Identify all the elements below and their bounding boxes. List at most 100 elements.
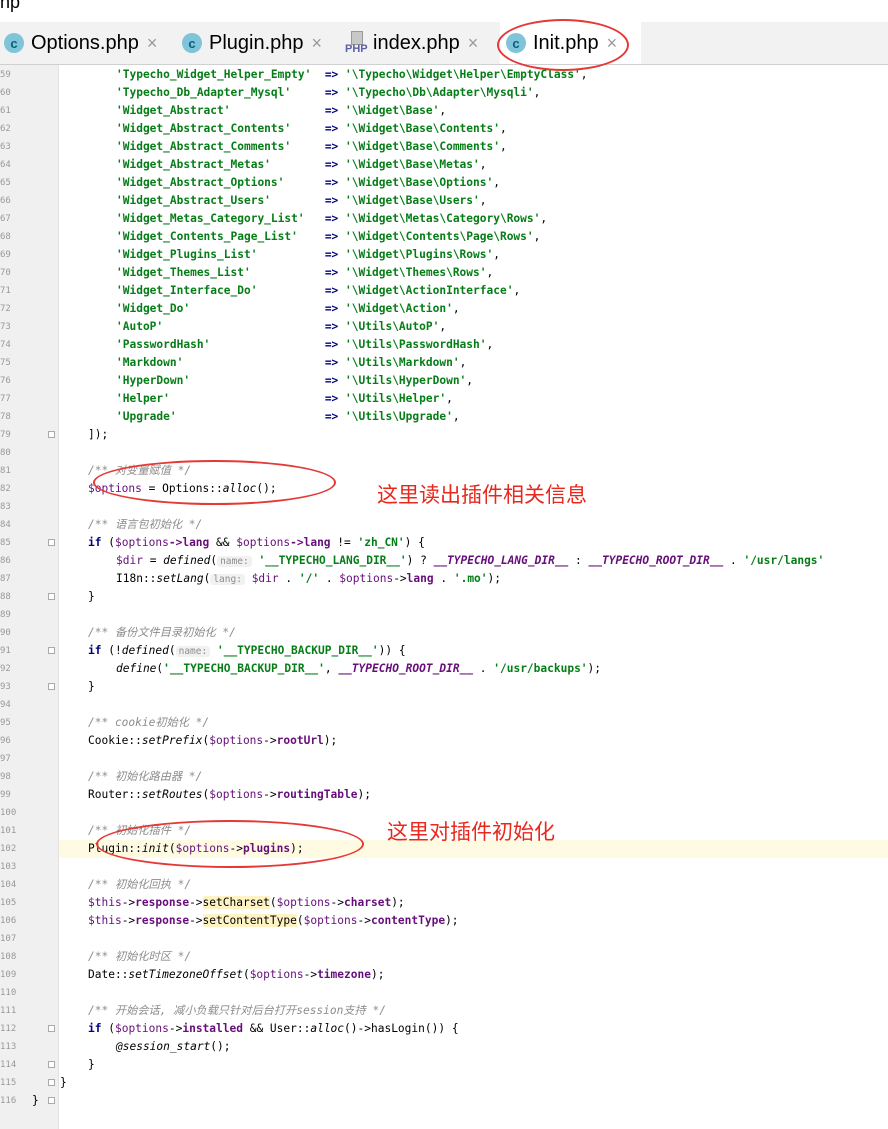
code-line[interactable]: 104 /** 初始化回执 */ [0,876,888,894]
code-token: $options [209,788,264,801]
code-token: , [439,104,447,117]
code-line[interactable]: 77 'Helper' => '\Utils\Helper', [0,390,888,408]
code-line[interactable]: 60 'Typecho_Db_Adapter_Mysql' => '\Typech… [0,84,888,102]
code-line[interactable]: 111 /** 开始会话, 减小负载只针对后台打开session支持 */ [0,1002,888,1020]
fold-marker-icon[interactable] [48,593,55,600]
code-line[interactable]: 97 [0,750,888,768]
code-token: , [533,230,541,243]
code-line[interactable]: 86 $dir = defined(name: '__TYPECHO_LANG_D… [0,552,888,570]
tab-init-php[interactable]: c Init.php × [500,22,641,64]
fold-marker-icon[interactable] [48,647,55,654]
code-token: setPrefix [141,734,203,747]
code-line[interactable]: 71 'Widget_Interface_Do' => '\Widget\Acti… [0,282,888,300]
code-token: -> [393,572,407,585]
code-token: -> [189,914,203,927]
code-line[interactable]: 69 'Widget_Plugins_List' => '\Widget\Plug… [0,246,888,264]
code-line[interactable]: 113 @session_start(); [0,1038,888,1056]
code-line[interactable]: 94 [0,696,888,714]
code-line[interactable]: 63 'Widget_Abstract_Comments' => '\Widget… [0,138,888,156]
code-line[interactable]: 99 Router::setRoutes($options->routingTab… [0,786,888,804]
code-line[interactable]: 109 Date::setTimezoneOffset($options->tim… [0,966,888,984]
code-line[interactable]: 88} [0,588,888,606]
code-line[interactable]: 90 /** 备份文件目录初始化 */ [0,624,888,642]
code-token: User:: [269,1022,311,1035]
code-line[interactable]: 95 /** cookie初始化 */ [0,714,888,732]
line-number: 106 [0,916,17,926]
fold-marker-icon[interactable] [48,1061,55,1068]
code-line[interactable]: 76 'HyperDown' => '\Utils\HyperDown', [0,372,888,390]
code-line[interactable]: 70 'Widget_Themes_List' => '\Widget\Theme… [0,264,888,282]
code-line[interactable]: 114} [0,1056,888,1074]
code-line[interactable]: 103 [0,858,888,876]
code-token: '__TYPECHO_LANG_DIR__' [258,554,407,567]
close-icon[interactable]: × [468,33,479,54]
line-number: 98 [0,772,11,782]
code-line[interactable]: 106 $this->response->setContentType($opti… [0,912,888,930]
code-token: , [493,248,500,261]
tab-index-php[interactable]: PHP index.php × [345,22,495,64]
code-line[interactable]: 89 [0,606,888,624]
code-line[interactable]: 59 'Typecho_Widget_Helper_Empty' => '\Typ… [0,66,888,84]
code-line[interactable]: 81 /** 对变量赋值 */ [0,462,888,480]
code-token: '\Widget\Base\Metas' [345,158,480,171]
line-number: 60 [0,88,11,98]
close-icon[interactable]: × [607,33,618,54]
code-line[interactable]: 96 Cookie::setPrefix($options->rootUrl); [0,732,888,750]
code-line[interactable]: 65 'Widget_Abstract_Options' => '\Widget\… [0,174,888,192]
code-line[interactable]: 75 'Markdown' => '\Utils\Markdown', [0,354,888,372]
fold-marker-icon[interactable] [48,683,55,690]
line-number: 81 [0,466,11,476]
code-token: $options [339,572,394,585]
close-icon[interactable]: × [312,33,323,54]
code-token: -> [303,968,318,981]
code-token: ( [242,968,250,981]
fold-marker-icon[interactable] [48,539,55,546]
code-line[interactable]: 74 'PasswordHash' => '\Utils\PasswordHash… [0,336,888,354]
code-text: 'Widget_Themes_List' => '\Widget\Themes\… [116,264,493,282]
code-token: $options [303,914,358,927]
code-line[interactable]: 107 [0,930,888,948]
close-icon[interactable]: × [147,33,158,54]
tab-options-php[interactable]: c Options.php × [4,22,174,64]
code-token: 'Widget_Interface_Do' [116,284,258,297]
code-line[interactable]: 92 define('__TYPECHO_BACKUP_DIR__', __TYP… [0,660,888,678]
code-line[interactable]: 85 if ($options->lang && $options->lang !… [0,534,888,552]
code-line[interactable]: 66 'Widget_Abstract_Users' => '\Widget\Ba… [0,192,888,210]
code-line[interactable]: 61 'Widget_Abstract' => '\Widget\Base', [0,102,888,120]
code-token: . [319,572,340,585]
code-token: Date:: [88,968,129,981]
code-line[interactable]: 72 'Widget_Do' => '\Widget\Action', [0,300,888,318]
fold-marker-icon[interactable] [48,1079,55,1086]
tab-label: Init.php [533,31,599,54]
code-token: rootUrl [276,734,324,747]
code-line[interactable]: 68 'Widget_Contents_Page_List' => '\Widge… [0,228,888,246]
code-line[interactable]: 91 if (!defined(name: '__TYPECHO_BACKUP_D… [0,642,888,660]
tab-plugin-php[interactable]: c Plugin.php × [182,22,342,64]
code-line[interactable]: 93} [0,678,888,696]
code-line[interactable]: 108 /** 初始化时区 */ [0,948,888,966]
code-line[interactable]: 79]); [0,426,888,444]
code-line[interactable]: 112 if ($options->installed && User::allo… [0,1020,888,1038]
code-line[interactable]: 115} [0,1074,888,1092]
code-text: $this->response->setContentType($options… [88,912,459,930]
code-token: && [242,1022,270,1035]
code-line[interactable]: 110 [0,984,888,1002]
fold-marker-icon[interactable] [48,1097,55,1104]
line-number: 116 [0,1096,17,1106]
line-number: 65 [0,178,11,188]
fold-marker-icon[interactable] [48,431,55,438]
code-token: 'Widget_Do' [116,302,191,315]
code-line[interactable]: 87 I18n::setLang(lang: $dir . '/' . $opti… [0,570,888,588]
code-line[interactable]: 105 $this->response->setCharset($options-… [0,894,888,912]
fold-marker-icon[interactable] [48,1025,55,1032]
code-line[interactable]: 98 /** 初始化路由器 */ [0,768,888,786]
code-line[interactable]: 78 'Upgrade' => '\Utils\Upgrade', [0,408,888,426]
code-line[interactable]: 73 'AutoP' => '\Utils\AutoP', [0,318,888,336]
code-line[interactable]: 80 [0,444,888,462]
code-token: , [499,122,507,135]
code-line[interactable]: 67 'Widget_Metas_Category_List' => '\Widg… [0,210,888,228]
code-line[interactable]: 64 'Widget_Abstract_Metas' => '\Widget\Ba… [0,156,888,174]
code-line[interactable]: 116} [0,1092,888,1110]
code-line[interactable]: 62 'Widget_Abstract_Contents' => '\Widget… [0,120,888,138]
code-line[interactable]: 84 /** 语言包初始化 */ [0,516,888,534]
